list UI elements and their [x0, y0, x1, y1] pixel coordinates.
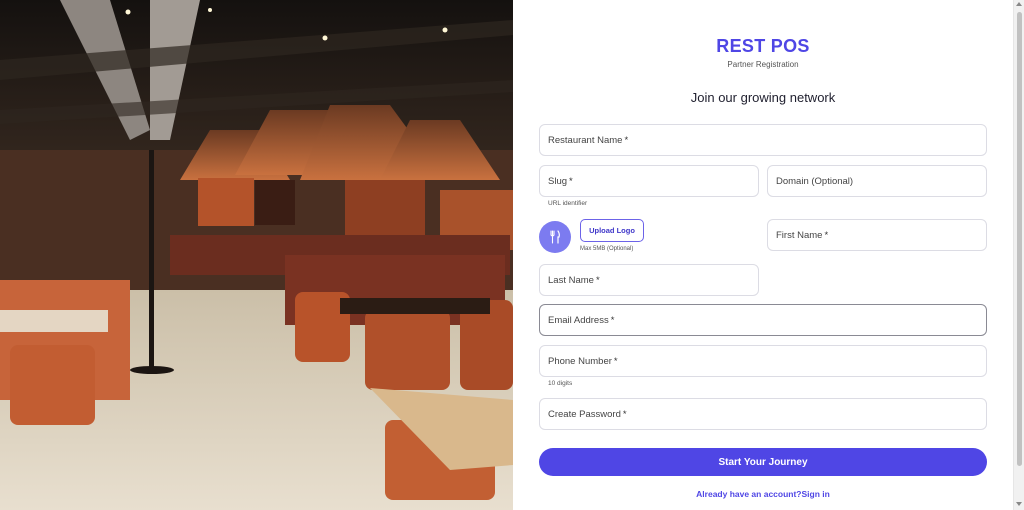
password-field[interactable]: Create Password *	[539, 398, 987, 430]
form-headline: Join our growing network	[690, 90, 836, 105]
fork-knife-icon	[550, 230, 560, 244]
required-marker: *	[824, 229, 829, 241]
domain-field[interactable]: Domain (Optional)	[767, 165, 987, 197]
registration-page: REST POS Partner Registration Join our g…	[0, 0, 1024, 510]
last-name-field[interactable]: Last Name *	[539, 264, 759, 296]
scroll-up-icon[interactable]	[1016, 2, 1022, 6]
domain-label: Domain (Optional)	[776, 175, 854, 187]
restaurant-interior-illustration	[0, 0, 513, 510]
slug-label: Slug	[548, 175, 568, 187]
vertical-scrollbar[interactable]	[1013, 0, 1024, 510]
slug-helper-text: URL identifier	[548, 200, 588, 207]
signin-prompt: Already have an account?	[696, 489, 802, 499]
brand-subtitle: Partner Registration	[727, 60, 799, 69]
scrollbar-thumb[interactable]	[1017, 12, 1022, 466]
required-marker: *	[624, 134, 629, 146]
slug-field[interactable]: Slug *	[539, 165, 759, 197]
logo-helper-text: Max 5MB (Optional)	[580, 246, 634, 252]
required-marker: *	[610, 314, 615, 326]
phone-field[interactable]: Phone Number *	[539, 345, 987, 377]
required-marker: *	[622, 408, 627, 420]
first-name-field[interactable]: First Name *	[767, 219, 987, 251]
signin-link[interactable]: Sign in	[802, 489, 830, 499]
logo-placeholder-avatar	[539, 221, 571, 253]
restaurant-name-field[interactable]: Restaurant Name *	[539, 124, 987, 156]
required-marker: *	[613, 355, 618, 367]
registration-panel: REST POS Partner Registration Join our g…	[513, 0, 1013, 510]
signin-row: Already have an account?Sign in	[513, 489, 1013, 499]
brand-logo-text: REST POS	[716, 36, 810, 56]
scroll-down-icon[interactable]	[1016, 502, 1022, 506]
last-name-label: Last Name	[548, 274, 594, 286]
restaurant-hero-image	[0, 0, 513, 510]
email-field[interactable]: Email Address *	[539, 304, 987, 336]
upload-logo-button[interactable]: Upload Logo	[580, 219, 644, 242]
required-marker: *	[569, 175, 573, 187]
email-label: Email Address	[548, 314, 609, 326]
phone-label: Phone Number	[548, 355, 612, 367]
restaurant-name-label: Restaurant Name	[548, 134, 623, 146]
phone-helper-text: 10 digits	[548, 380, 573, 387]
password-label: Create Password	[548, 408, 621, 420]
first-name-label: First Name	[776, 229, 823, 241]
start-journey-button[interactable]: Start Your Journey	[539, 448, 987, 476]
required-marker: *	[595, 274, 600, 286]
